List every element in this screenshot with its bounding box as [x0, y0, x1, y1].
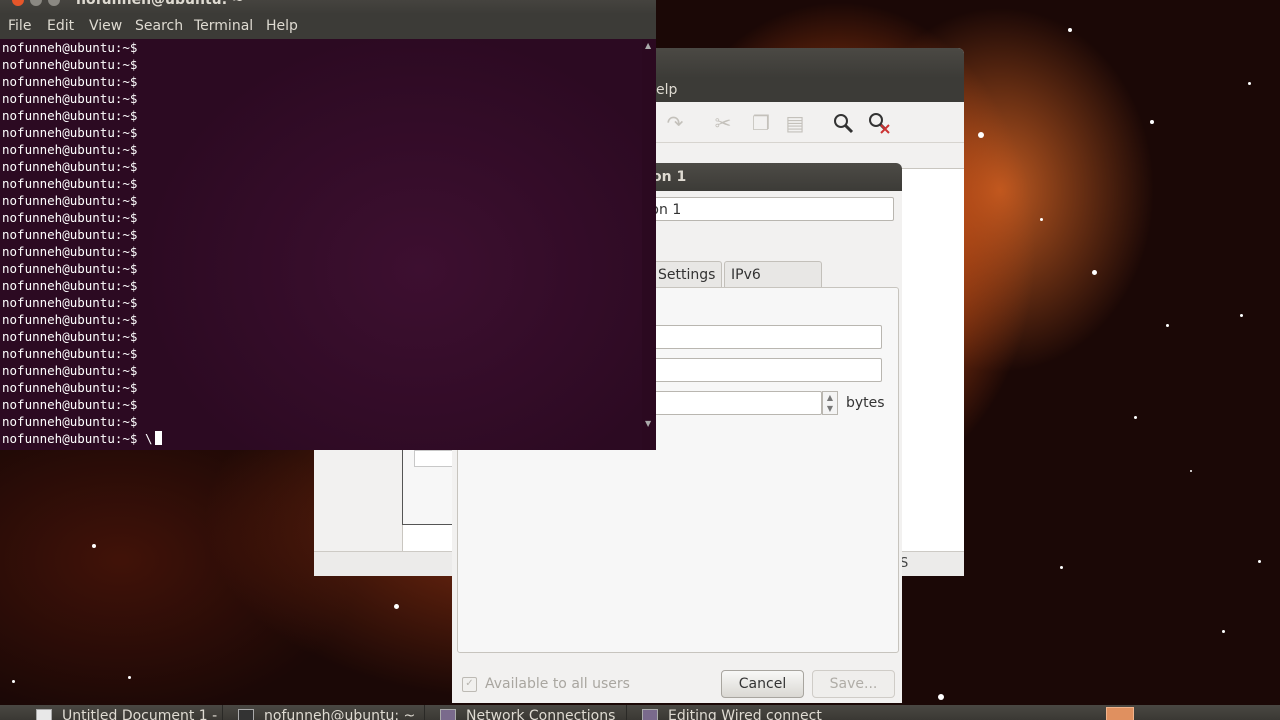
menu-edit[interactable]: Edit [47, 14, 74, 39]
terminal-window[interactable]: nofunneh@ubuntu: ~ File Edit View Search… [0, 0, 656, 450]
star [1240, 314, 1243, 317]
terminal-line: nofunneh@ubuntu:~$ [2, 74, 138, 89]
taskbar-separator [626, 705, 627, 720]
paste-icon[interactable]: ▤ [782, 110, 808, 136]
taskbar-item-label: Editing Wired connect [668, 708, 822, 720]
scroll-down-icon[interactable]: ▼ [645, 419, 651, 428]
available-all-users-label: Available to all users [485, 676, 630, 692]
redo-icon[interactable]: ↷ [662, 110, 688, 136]
terminal-line: nofunneh@ubuntu:~$ \ [2, 430, 162, 447]
terminal-line: nofunneh@ubuntu:~$ [2, 414, 138, 429]
checkbox-check-icon: ✓ [462, 676, 477, 692]
save-button[interactable]: Save... [812, 670, 895, 698]
tab-ipv6-settings[interactable]: IPv6 Settings [724, 261, 822, 309]
taskbar-item-network-connections[interactable]: Network Connections [440, 705, 615, 720]
terminal-title: nofunneh@ubuntu: ~ [76, 0, 244, 8]
find-replace-icon[interactable] [866, 110, 892, 136]
terminal-line: nofunneh@ubuntu:~$ [2, 125, 138, 140]
terminal-menu-bar: File Edit View Search Terminal Help [0, 14, 656, 39]
star [92, 544, 96, 548]
star [1258, 560, 1261, 563]
terminal-line: nofunneh@ubuntu:~$ [2, 227, 138, 242]
terminal-screen[interactable]: nofunneh@ubuntu:~$ nofunneh@ubuntu:~$ nofu… [0, 39, 642, 450]
star [128, 676, 131, 679]
terminal-icon [238, 709, 254, 720]
taskbar: Untitled Document 1 - nofunneh@ubuntu: ~… [0, 705, 1280, 720]
star [1060, 566, 1063, 569]
terminal-line: nofunneh@ubuntu:~$ [2, 278, 138, 293]
star [1150, 120, 1154, 124]
terminal-line: nofunneh@ubuntu:~$ [2, 380, 138, 395]
terminal-line: nofunneh@ubuntu:~$ [2, 210, 138, 225]
available-all-users-checkbox[interactable]: ✓ Available to all users [462, 676, 630, 692]
menu-terminal[interactable]: Terminal [194, 14, 253, 39]
side-panel-inner [414, 450, 456, 467]
dialog-title: on 1 [652, 169, 687, 185]
star [1190, 470, 1192, 472]
star [1222, 630, 1225, 633]
document-icon [36, 709, 52, 720]
terminal-line: nofunneh@ubuntu:~$ [2, 346, 138, 361]
star [1040, 218, 1043, 221]
taskbar-item-editing-wired[interactable]: Editing Wired connect [642, 705, 822, 720]
terminal-line: nofunneh@ubuntu:~$ [2, 244, 138, 259]
menu-file[interactable]: File [8, 14, 31, 39]
menu-item-help[interactable]: elp [656, 78, 677, 102]
network-icon [642, 709, 658, 720]
terminal-line: nofunneh@ubuntu:~$ [2, 142, 138, 157]
mtu-unit-label: bytes [846, 395, 885, 411]
find-icon[interactable] [830, 110, 856, 136]
taskbar-item-label: nofunneh@ubuntu: ~ [264, 708, 416, 720]
cut-icon[interactable]: ✂ [710, 110, 736, 136]
close-icon[interactable] [12, 0, 24, 6]
scroll-up-icon[interactable]: ▲ [645, 41, 651, 50]
star [978, 132, 984, 138]
star [1092, 270, 1097, 275]
star [938, 694, 944, 700]
star [1068, 28, 1072, 32]
copy-icon[interactable]: ❐ [748, 110, 774, 136]
terminal-titlebar[interactable]: nofunneh@ubuntu: ~ [0, 0, 656, 14]
taskbar-separator [222, 705, 223, 720]
minimize-icon[interactable] [30, 0, 42, 6]
taskbar-item-terminal[interactable]: nofunneh@ubuntu: ~ [238, 705, 415, 720]
terminal-line: nofunneh@ubuntu:~$ [2, 108, 138, 123]
menu-search[interactable]: Search [135, 14, 183, 39]
terminal-line: nofunneh@ubuntu:~$ [2, 40, 138, 55]
menu-help[interactable]: Help [266, 14, 298, 39]
star [12, 680, 15, 683]
network-icon [440, 709, 456, 720]
mtu-stepper[interactable]: ▲ ▼ [822, 391, 838, 415]
star [394, 604, 399, 609]
terminal-line: nofunneh@ubuntu:~$ [2, 57, 138, 72]
terminal-line: nofunneh@ubuntu:~$ [2, 363, 138, 378]
terminal-line: nofunneh@ubuntu:~$ [2, 261, 138, 276]
taskbar-item-text-editor[interactable]: Untitled Document 1 - [36, 705, 217, 720]
terminal-scrollbar[interactable]: ▲ ▼ [642, 39, 656, 450]
terminal-line: nofunneh@ubuntu:~$ [2, 193, 138, 208]
terminal-line: nofunneh@ubuntu:~$ [2, 397, 138, 412]
workspace-switcher-icon[interactable] [1106, 707, 1134, 720]
maximize-icon[interactable] [48, 0, 60, 6]
terminal-line: nofunneh@ubuntu:~$ [2, 295, 138, 310]
star [1248, 82, 1251, 85]
terminal-line: nofunneh@ubuntu:~$ [2, 312, 138, 327]
menu-view[interactable]: View [89, 14, 122, 39]
star [1134, 416, 1137, 419]
star [1166, 324, 1169, 327]
taskbar-item-label: Network Connections [466, 708, 616, 720]
taskbar-separator [424, 705, 425, 720]
terminal-line: nofunneh@ubuntu:~$ [2, 329, 138, 344]
terminal-line: nofunneh@ubuntu:~$ [2, 159, 138, 174]
cancel-button[interactable]: Cancel [721, 670, 804, 698]
terminal-cursor [154, 431, 162, 445]
terminal-line: nofunneh@ubuntu:~$ [2, 91, 138, 106]
tab-ipv4-settings[interactable]: Settings [652, 261, 722, 287]
taskbar-item-label: Untitled Document 1 - [62, 708, 218, 720]
terminal-line: nofunneh@ubuntu:~$ [2, 176, 138, 191]
